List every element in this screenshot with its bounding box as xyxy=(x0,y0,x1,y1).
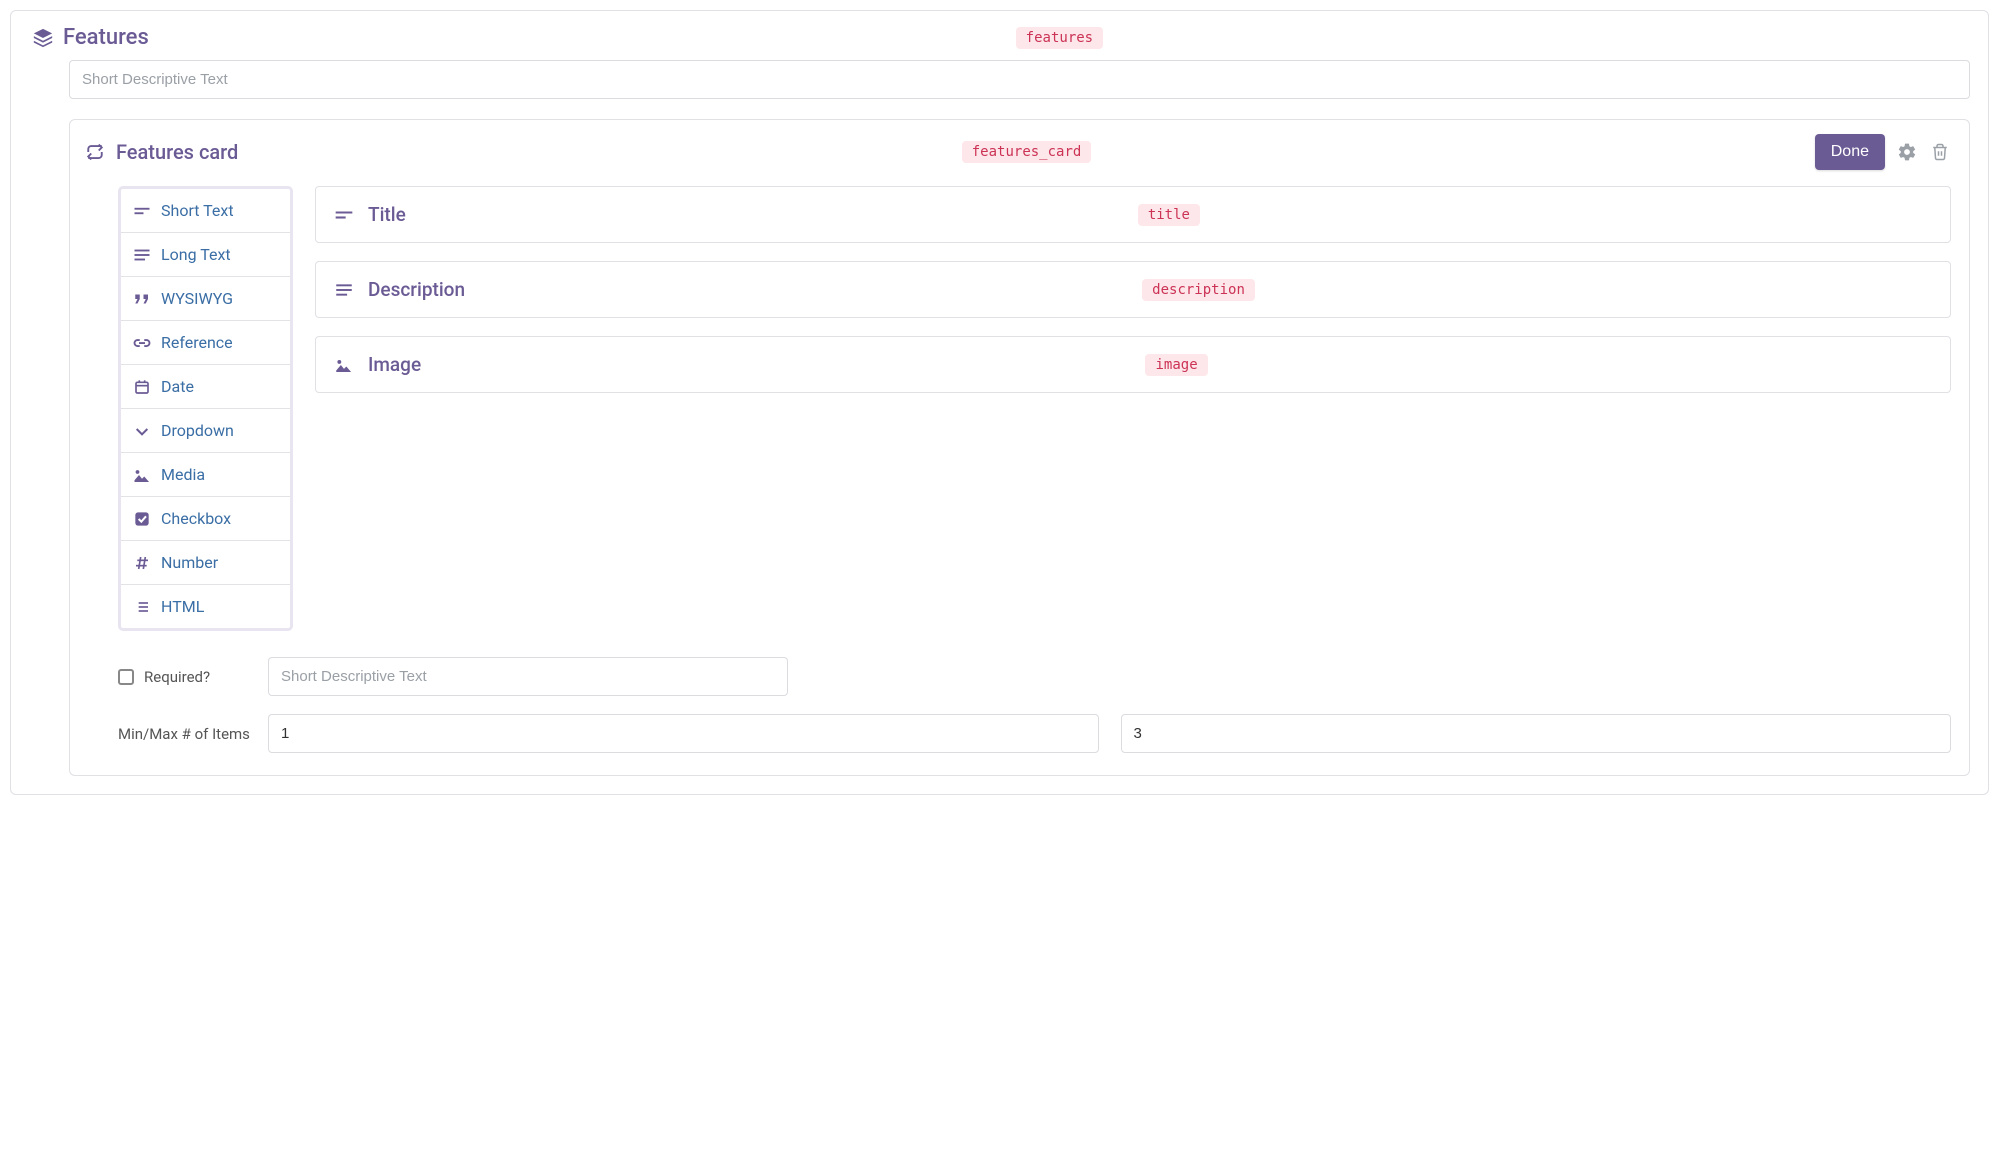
field-type-label: Date xyxy=(161,377,194,396)
field-type-reference[interactable]: Reference xyxy=(121,321,290,365)
field-type-checkbox[interactable]: Checkbox xyxy=(121,497,290,541)
panel-slug-badge: features xyxy=(1016,27,1103,49)
calendar-icon xyxy=(133,379,151,395)
card-body: Short Text Long Text WYSIWYG xyxy=(70,180,1969,643)
image-icon xyxy=(334,358,358,372)
field-label: Description xyxy=(368,278,465,301)
done-button[interactable]: Done xyxy=(1815,134,1885,170)
delete-button[interactable] xyxy=(1929,140,1951,164)
field-type-label: Dropdown xyxy=(161,421,234,440)
list-icon xyxy=(133,600,151,614)
required-label: Required? xyxy=(144,668,210,686)
image-icon xyxy=(133,468,151,482)
field-slug-wrap: description xyxy=(465,279,1932,301)
field-type-short-text[interactable]: Short Text xyxy=(121,189,290,233)
checkbox-icon xyxy=(133,511,151,527)
field-type-wysiwyg[interactable]: WYSIWYG xyxy=(121,277,290,321)
field-type-date[interactable]: Date xyxy=(121,365,290,409)
field-type-html[interactable]: HTML xyxy=(121,585,290,628)
card-description-input[interactable] xyxy=(268,657,788,696)
card-slug-badge: features_card xyxy=(962,141,1092,163)
min-items-input[interactable] xyxy=(268,714,1099,753)
field-type-label: Short Text xyxy=(161,201,234,220)
field-type-dropdown[interactable]: Dropdown xyxy=(121,409,290,453)
minmax-row: Min/Max # of Items xyxy=(118,714,1951,753)
field-type-list: Short Text Long Text WYSIWYG xyxy=(118,186,293,631)
hash-icon xyxy=(133,555,151,571)
gear-icon xyxy=(1897,142,1917,162)
field-type-label: Reference xyxy=(161,333,233,352)
card-header: Features card features_card Done xyxy=(70,120,1969,180)
field-type-label: Number xyxy=(161,553,218,572)
panel-description-input[interactable] xyxy=(69,60,1970,99)
field-label: Title xyxy=(368,203,406,226)
field-type-long-text[interactable]: Long Text xyxy=(121,233,290,277)
field-type-media[interactable]: Media xyxy=(121,453,290,497)
card-title: Features card xyxy=(116,140,238,164)
features-card-panel: Features card features_card Done xyxy=(69,119,1970,776)
long-text-icon xyxy=(133,248,151,262)
field-row-description[interactable]: Description description xyxy=(315,261,1951,318)
panel-header: Features features xyxy=(11,11,1988,60)
required-row: Required? xyxy=(118,657,1951,696)
card-settings: Required? Min/Max # of Items xyxy=(70,643,1969,775)
short-text-icon xyxy=(133,205,151,217)
field-type-label: Media xyxy=(161,465,205,484)
max-items-input[interactable] xyxy=(1121,714,1952,753)
required-checkbox-group[interactable]: Required? xyxy=(118,668,268,686)
required-checkbox[interactable] xyxy=(118,669,134,685)
field-type-label: Checkbox xyxy=(161,509,231,528)
trash-icon xyxy=(1931,142,1949,162)
minmax-inputs xyxy=(268,714,1951,753)
field-row-image[interactable]: Image image xyxy=(315,336,1951,393)
field-slug-badge: image xyxy=(1145,354,1207,376)
repeater-icon xyxy=(86,143,108,161)
features-panel: Features features Features card features… xyxy=(10,10,1989,795)
quotes-icon xyxy=(133,292,151,306)
card-slug-wrap: features_card xyxy=(238,141,1814,163)
field-slug-wrap: image xyxy=(421,354,1932,376)
settings-button[interactable] xyxy=(1895,140,1919,164)
field-label: Image xyxy=(368,353,421,376)
fields-column: Title title Description description xyxy=(315,186,1951,631)
required-desc-wrap xyxy=(268,657,1951,696)
minmax-label: Min/Max # of Items xyxy=(118,725,268,743)
field-type-label: WYSIWYG xyxy=(161,289,233,308)
field-type-label: Long Text xyxy=(161,245,231,264)
field-row-title[interactable]: Title title xyxy=(315,186,1951,243)
panel-slug-wrap: features xyxy=(149,27,1970,49)
layers-icon xyxy=(29,27,57,49)
link-icon xyxy=(133,336,151,350)
panel-title: Features xyxy=(63,25,149,50)
field-slug-badge: title xyxy=(1138,204,1200,226)
field-slug-badge: description xyxy=(1142,279,1255,301)
field-type-label: HTML xyxy=(161,597,204,616)
field-slug-wrap: title xyxy=(406,204,1932,226)
card-actions: Done xyxy=(1815,134,1951,170)
panel-body: Features card features_card Done xyxy=(11,60,1988,794)
field-type-number[interactable]: Number xyxy=(121,541,290,585)
short-text-icon xyxy=(334,209,358,221)
long-text-icon xyxy=(334,283,358,297)
chevron-down-icon xyxy=(133,424,151,438)
